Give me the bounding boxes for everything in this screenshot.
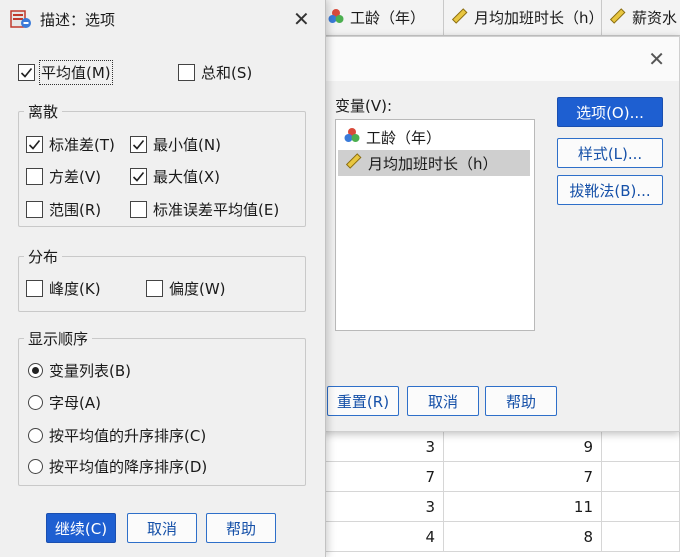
skewness-checkbox[interactable]: 偏度(W)	[146, 278, 226, 299]
variance-checkbox[interactable]: 方差(V)	[26, 166, 101, 187]
checkbox-unchecked[interactable]	[130, 201, 147, 218]
help-button[interactable]: 帮助	[206, 513, 276, 543]
table-cell[interactable]: 11	[444, 492, 602, 522]
column-header-label: 月均加班时长（h）	[474, 9, 602, 27]
cancel-button[interactable]: 取消	[127, 513, 197, 543]
radio-unselected[interactable]	[28, 395, 43, 410]
table-cell[interactable]: 3	[322, 432, 444, 462]
variables-list[interactable]: 工龄（年） 月均加班时长（h）	[335, 119, 535, 331]
bootstrap-button[interactable]: 拔靴法(B)...	[557, 175, 663, 205]
column-header-label: 薪资水	[632, 9, 678, 27]
order-ascending-mean-radio[interactable]: 按平均值的升序排序(C)	[28, 425, 206, 446]
table-cell[interactable]: 3	[322, 492, 444, 522]
sum-label: 总和(S)	[201, 64, 253, 82]
dialog-title: 描述：选项	[40, 11, 116, 29]
maximum-label: 最大值(X)	[153, 168, 220, 186]
checkbox-unchecked[interactable]	[26, 168, 43, 185]
table-cell[interactable]	[602, 492, 680, 522]
minimum-checkbox[interactable]: 最小值(N)	[130, 134, 221, 155]
mean-label: 平均值(M)	[39, 60, 113, 85]
column-header-seniority[interactable]: 工龄（年）	[322, 0, 444, 36]
checkbox-unchecked[interactable]	[26, 280, 43, 297]
help-button[interactable]: 帮助	[485, 386, 557, 416]
std-dev-label: 标准差(T)	[49, 136, 115, 154]
checkbox-unchecked[interactable]	[178, 64, 195, 81]
scale-ruler-icon	[608, 7, 626, 29]
column-header-label: 工龄（年）	[350, 9, 426, 27]
list-item-label: 工龄（年）	[366, 128, 442, 147]
checkbox-checked[interactable]	[26, 136, 43, 153]
continue-button[interactable]: 继续(C)	[46, 513, 116, 543]
reset-button[interactable]: 重置(R)	[327, 386, 399, 416]
range-checkbox[interactable]: 范围(R)	[26, 199, 101, 220]
table-cell[interactable]: 7	[322, 462, 444, 492]
table-cell[interactable]	[602, 522, 680, 552]
close-icon[interactable]: ✕	[648, 47, 665, 71]
order-descending-mean-label: 按平均值的降序排序(D)	[49, 458, 208, 476]
range-label: 范围(R)	[49, 201, 102, 219]
table-cell[interactable]	[602, 432, 680, 462]
order-alphabetic-label: 字母(A)	[49, 394, 101, 412]
order-variable-list-label: 变量列表(B)	[49, 362, 131, 380]
order-variable-list-radio[interactable]: 变量列表(B)	[28, 360, 131, 381]
se-mean-label: 标准误差平均值(E)	[153, 201, 280, 219]
checkbox-checked[interactable]	[130, 168, 147, 185]
close-icon[interactable]: ✕	[293, 7, 310, 31]
se-mean-checkbox[interactable]: 标准误差平均值(E)	[130, 199, 279, 220]
nominal-icon	[344, 127, 360, 147]
descriptives-options-dialog: 描述：选项 ✕ 平均值(M) 总和(S) 离散 标准差(T) 最小值(N) 方差…	[0, 0, 326, 557]
skewness-label: 偏度(W)	[169, 280, 226, 298]
distribution-title: 分布	[24, 246, 63, 267]
table-cell[interactable]: 7	[444, 462, 602, 492]
list-item-label: 月均加班时长（h）	[368, 154, 498, 173]
checkbox-checked[interactable]	[130, 136, 147, 153]
checkbox-unchecked[interactable]	[146, 280, 163, 297]
checkbox-unchecked[interactable]	[26, 201, 43, 218]
radio-unselected[interactable]	[28, 459, 43, 474]
column-header-salary[interactable]: 薪资水	[602, 0, 680, 36]
spss-app-icon	[10, 8, 32, 34]
scale-ruler-icon	[344, 152, 362, 174]
radio-unselected[interactable]	[28, 428, 43, 443]
variance-label: 方差(V)	[49, 168, 101, 186]
table-cell[interactable]: 4	[322, 522, 444, 552]
column-header-overtime[interactable]: 月均加班时长（h）	[444, 0, 602, 36]
nominal-icon	[328, 8, 344, 28]
sum-checkbox[interactable]: 总和(S)	[178, 62, 252, 83]
table-cell[interactable]: 8	[444, 522, 602, 552]
options-button[interactable]: 选项(O)...	[557, 97, 663, 127]
scale-ruler-icon	[450, 7, 468, 29]
maximum-checkbox[interactable]: 最大值(X)	[130, 166, 220, 187]
table-cell[interactable]	[602, 462, 680, 492]
descriptives-dialog: ✕ 变量(V): 工龄（年） 月均加班时长（h） 选项(O)... 样式(L).…	[322, 36, 680, 432]
variables-label: 变量(V):	[335, 97, 393, 115]
kurtosis-checkbox[interactable]: 峰度(K)	[26, 278, 101, 299]
order-alphabetic-radio[interactable]: 字母(A)	[28, 392, 101, 413]
display-order-title: 显示顺序	[24, 328, 93, 349]
order-ascending-mean-label: 按平均值的升序排序(C)	[49, 427, 207, 445]
list-item[interactable]: 工龄（年）	[338, 124, 530, 150]
list-item-selected[interactable]: 月均加班时长（h）	[338, 150, 530, 176]
radio-selected[interactable]	[28, 363, 43, 378]
kurtosis-label: 峰度(K)	[49, 280, 101, 298]
dialog-titlebar	[323, 37, 679, 81]
table-cell[interactable]: 9	[444, 432, 602, 462]
mean-checkbox[interactable]: 平均值(M)	[18, 60, 113, 85]
order-descending-mean-radio[interactable]: 按平均值的降序排序(D)	[28, 456, 207, 477]
minimum-label: 最小值(N)	[153, 136, 221, 154]
cancel-button[interactable]: 取消	[407, 386, 479, 416]
checkbox-checked[interactable]	[18, 64, 35, 81]
std-dev-checkbox[interactable]: 标准差(T)	[26, 134, 115, 155]
style-button[interactable]: 样式(L)...	[557, 138, 663, 168]
dispersion-title: 离散	[24, 101, 63, 122]
